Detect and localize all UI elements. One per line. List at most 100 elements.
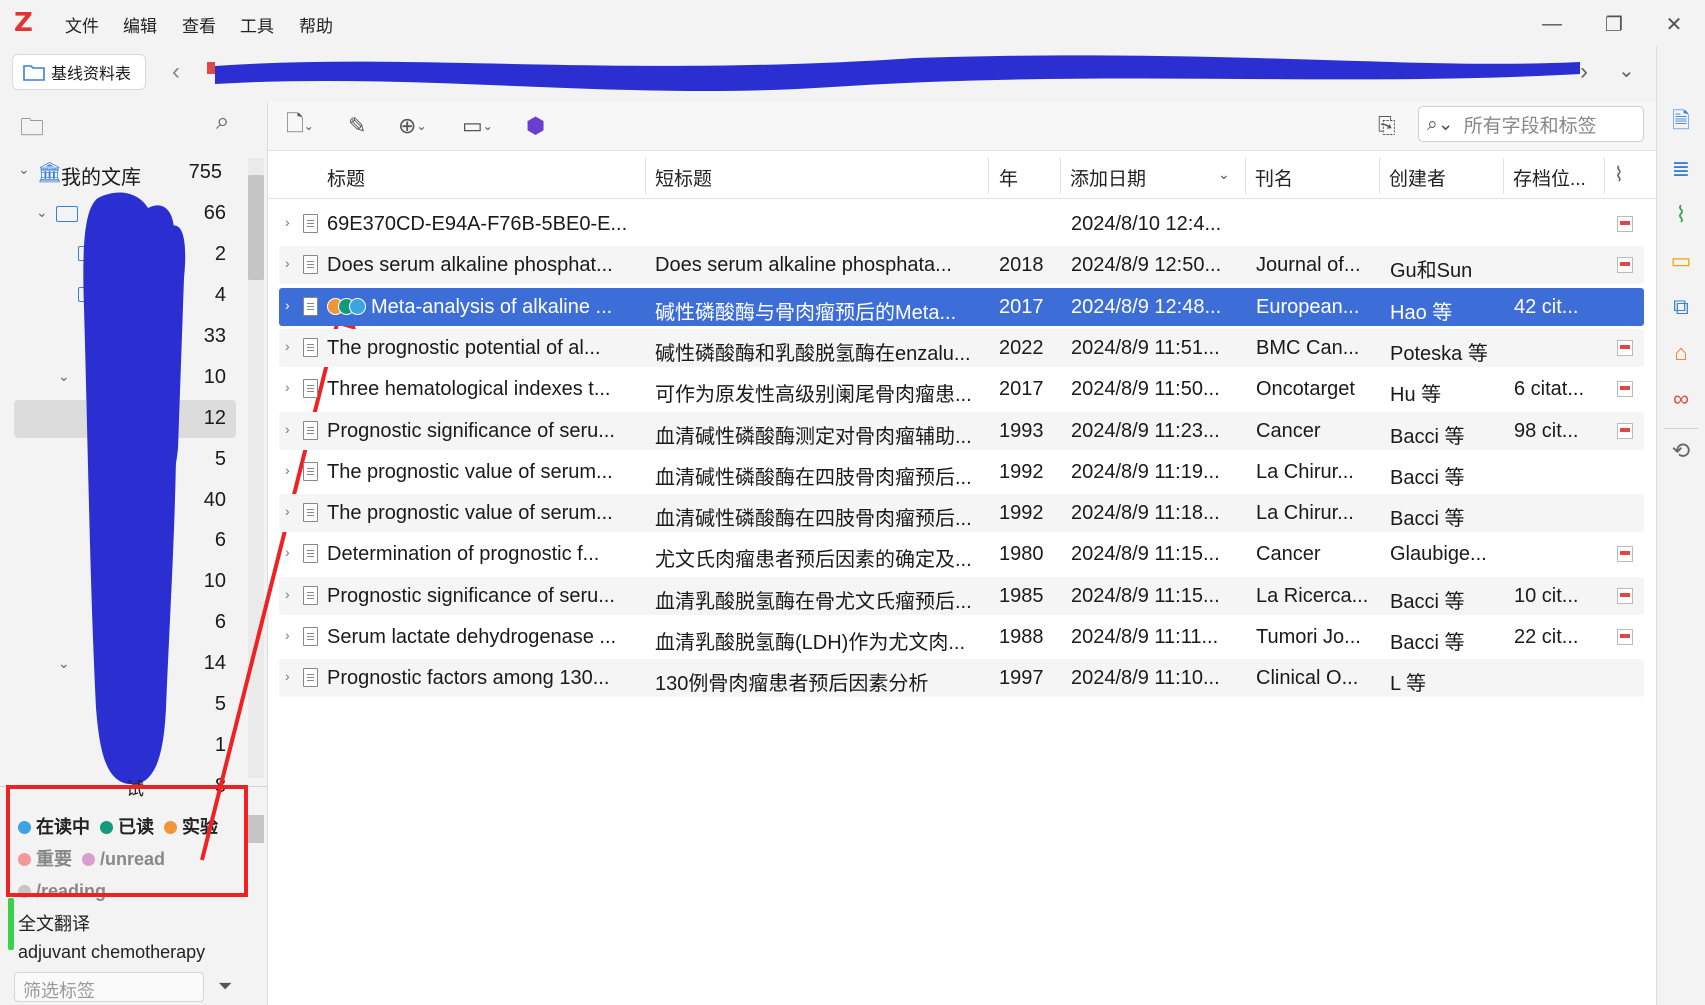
tags-icon[interactable]: ⌂ (1666, 338, 1696, 368)
table-row[interactable]: › Prognostic factors among 130... 130例骨肉瘤患… (279, 659, 1644, 698)
menu-help[interactable]: 帮助 (299, 12, 333, 37)
expand-chevron-icon[interactable]: › (285, 421, 290, 437)
table-row[interactable]: › Determination of prognostic f... 尤文氏肉瘤患者… (279, 535, 1644, 573)
minimize-button[interactable]: — (1532, 8, 1572, 40)
column-date-added[interactable]: 添加日期 (1070, 164, 1146, 191)
expand-chevron-icon[interactable]: › (285, 627, 290, 643)
expand-chevron-icon[interactable]: › (285, 586, 290, 602)
table-row[interactable]: › 69E370CD-E94A-F76B-5BE0-E... 2024/8/10 1… (279, 205, 1644, 243)
scrollbar-thumb[interactable] (248, 175, 264, 280)
add-attachment-icon[interactable]: ⊕ ⌄ (398, 110, 427, 142)
column-creator[interactable]: 创建者 (1389, 164, 1446, 191)
restore-button[interactable]: ❐ (1594, 8, 1634, 40)
tab-library[interactable]: 基线资料表 (12, 54, 146, 90)
table-row[interactable]: › Prognostic significance of seru... 血清乳酸脱… (279, 576, 1644, 615)
pdf-attachment-icon[interactable] (1617, 257, 1633, 274)
pdf-attachment-icon[interactable] (1617, 339, 1633, 356)
tabs-scroll-left-icon[interactable]: ‹ (172, 58, 180, 86)
table-row[interactable]: › The prognostic value of serum... 血清碱性磷酸酶… (279, 453, 1644, 491)
tabs-scroll-right-icon[interactable]: › (1580, 58, 1588, 86)
filter-tags-input[interactable]: 筛选标签 (14, 972, 204, 1002)
cell-short: 碱性磷酸酶和乳酸脱氢酶在enzalu... (655, 342, 971, 365)
expand-chevron-icon[interactable]: › (285, 668, 290, 684)
column-archive[interactable]: 存档位... (1513, 164, 1586, 191)
document-icon (303, 296, 318, 316)
cell-title: The prognostic potential of al... (327, 336, 601, 359)
cell-journal: Journal of... (1256, 254, 1361, 277)
table-row[interactable]: › The prognostic potential of al... 碱性磷酸酶和… (279, 328, 1644, 367)
pdf-attachment-icon[interactable] (1617, 422, 1633, 439)
cell-added: 2024/8/9 11:15... (1071, 584, 1220, 607)
expand-chevron-icon[interactable]: › (285, 503, 290, 519)
document-icon (303, 420, 318, 440)
search-input[interactable]: ⌕⌄ 所有字段和标签 (1418, 106, 1644, 142)
close-button[interactable]: ✕ (1654, 8, 1694, 40)
locate-icon[interactable]: ⎘ (1378, 110, 1396, 142)
libraries-collections-icon[interactable]: ⧉ (1666, 292, 1696, 322)
expand-chevron-icon[interactable]: › (285, 214, 290, 230)
notes-icon[interactable]: ▭ (1666, 246, 1696, 276)
cell-creator: Bacci 等 (1390, 425, 1465, 448)
column-divider (1379, 158, 1380, 194)
locate-arrow-icon[interactable]: ⟲ (1666, 436, 1696, 466)
column-title[interactable]: 标题 (327, 164, 365, 191)
menu-edit[interactable]: 编辑 (123, 12, 157, 37)
cell-creator: Hu 等 (1390, 384, 1442, 407)
table-row[interactable]: › Three hematological indexes t... 可作为原发性高… (279, 370, 1644, 408)
table-row[interactable]: › Serum lactate dehydrogenase ... 血清乳酸脱氢酶(… (279, 618, 1644, 656)
document-icon (303, 214, 318, 233)
related-icon[interactable]: ∞ (1666, 384, 1696, 414)
menu-view[interactable]: 查看 (182, 12, 216, 37)
info-icon[interactable]: 🗎 (1666, 108, 1696, 138)
search-placeholder: 所有字段和标签 (1463, 115, 1597, 137)
expand-chevron-icon[interactable]: › (285, 338, 290, 354)
table-row[interactable]: › Prognostic significance of seru... 血清碱性磷… (279, 411, 1644, 450)
chevron-down-icon[interactable]: ⌄ (18, 161, 30, 178)
filter-icon[interactable]: ⏷ (218, 976, 232, 997)
new-collection-icon[interactable]: 🗀 (20, 110, 44, 151)
cell-archive: 6 citat... (1514, 378, 1585, 401)
cell-title: Determination of prognostic f... (327, 543, 600, 566)
cell-journal: Tumori Jo... (1256, 626, 1361, 648)
attachments-icon[interactable]: ⌇ (1666, 200, 1696, 230)
new-item-icon[interactable]: 🗋 ⌄ (286, 110, 314, 142)
table-row[interactable]: › Does serum alkaline phosphat... Does ser… (279, 246, 1644, 285)
menu-file[interactable]: 文件 (65, 12, 99, 37)
column-journal[interactable]: 刊名 (1255, 164, 1293, 191)
table-row[interactable]: › The prognostic value of serum... 血清碱性磷酸酶… (279, 494, 1644, 533)
cell-title: The prognostic value of serum... (327, 460, 613, 483)
tag-adjuvant[interactable]: adjuvant chemotherapy (18, 942, 205, 963)
column-short-title[interactable]: 短标题 (655, 164, 712, 191)
cell-added: 2024/8/9 11:18... (1071, 502, 1220, 525)
chevron-down-icon[interactable]: ⌄ (58, 368, 70, 385)
expand-chevron-icon[interactable]: › (285, 255, 290, 271)
abstract-icon[interactable]: ≣ (1666, 154, 1696, 184)
table-row[interactable]: › Meta-analysis of alkaline ... 碱性磷酸酶与骨肉瘤预… (279, 287, 1644, 326)
pdf-attachment-icon[interactable] (1617, 587, 1633, 604)
column-year[interactable]: 年 (999, 164, 1018, 191)
tree-my-library[interactable]: ⌄ 🏛 我的文库 755 (0, 152, 250, 192)
attachment-paperclip-icon[interactable]: ⌇ (1614, 162, 1624, 187)
cell-archive: 42 cit... (1514, 295, 1579, 318)
magic-wand-icon[interactable]: ✎ (348, 110, 366, 142)
pdf-attachment-icon[interactable] (1617, 381, 1633, 398)
sort-chevron-icon[interactable]: ⌄ (1218, 166, 1230, 183)
expand-chevron-icon[interactable]: › (285, 297, 290, 313)
expand-chevron-icon[interactable]: › (285, 462, 290, 478)
expand-chevron-icon[interactable]: › (285, 544, 290, 560)
expand-chevron-icon[interactable]: › (285, 379, 290, 395)
tree-my-library-label: 我的文库 (61, 167, 141, 189)
tag-fulltext-translate[interactable]: 全文翻译 (18, 910, 90, 936)
pdf-attachment-icon[interactable] (1617, 216, 1633, 232)
search-icon[interactable]: ⌕ (216, 108, 229, 136)
chevron-down-icon[interactable]: ⌄ (58, 655, 70, 672)
pdf-attachment-icon[interactable] (1617, 629, 1633, 645)
cell-creator: Bacci 等 (1390, 590, 1465, 613)
pdf-attachment-icon[interactable] (1617, 546, 1633, 563)
menu-tools[interactable]: 工具 (240, 12, 274, 37)
tabs-menu-chevron-icon[interactable]: ⌄ (1618, 58, 1635, 83)
chevron-down-icon[interactable]: ⌄ (36, 204, 48, 221)
new-note-icon[interactable]: ▭ ⌄ (462, 110, 493, 142)
plugin-gem-icon[interactable]: ⬢ (526, 110, 545, 142)
cell-title: 69E370CD-E94A-F76B-5BE0-E... (327, 213, 628, 235)
